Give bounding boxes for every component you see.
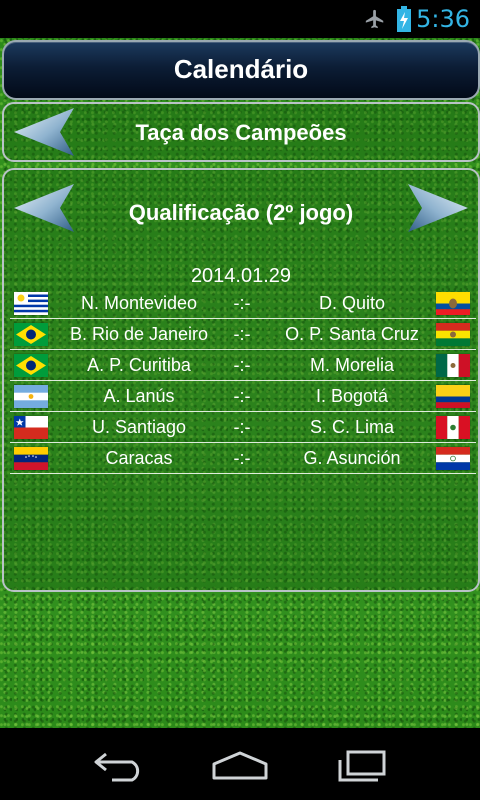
score: -:- <box>233 293 251 313</box>
away-team: M. Morelia <box>309 355 394 375</box>
recent-apps-icon[interactable] <box>334 750 390 782</box>
back-icon[interactable] <box>92 750 148 782</box>
round-title: Qualificação (2º jogo) <box>128 200 354 225</box>
venezuela-flag-icon <box>14 447 48 470</box>
match-row[interactable]: A. Lanús -:- I. Bogotá <box>10 381 476 412</box>
match-row[interactable]: A. P. Curitiba -:- M. Morelia <box>10 350 476 381</box>
score: -:- <box>233 355 251 375</box>
score: -:- <box>233 324 251 344</box>
colombia-flag-icon <box>436 385 470 408</box>
brazil-flag-icon <box>14 354 48 377</box>
cup-name: Taça dos Campeões <box>135 120 347 145</box>
clock: 5:36 <box>416 5 470 33</box>
status-bar: 5:36 <box>0 0 480 38</box>
match-row[interactable]: Caracas -:- G. Asunción <box>10 443 476 474</box>
navigation-bar <box>0 728 480 800</box>
home-team: A. P. Curitiba <box>87 355 191 375</box>
paraguay-flag-icon <box>436 447 470 470</box>
brazil-flag-icon <box>14 323 48 346</box>
argentina-flag-icon <box>14 385 48 408</box>
match-row[interactable]: N. Montevideo -:- D. Quito <box>10 288 476 319</box>
airplane-mode-icon <box>365 9 384 29</box>
home-team: A. Lanús <box>103 386 175 406</box>
score: -:- <box>233 386 251 406</box>
away-team: S. C. Lima <box>309 417 395 437</box>
away-team: O. P. Santa Cruz <box>285 324 419 344</box>
uruguay-flag-icon <box>14 292 48 315</box>
home-team: N. Montevideo <box>80 293 198 313</box>
home-icon[interactable] <box>210 750 270 782</box>
home-team: B. Rio de Janeiro <box>69 324 209 344</box>
away-team: G. Asunción <box>303 448 401 468</box>
match-date: 2014.01.29 <box>190 265 292 287</box>
away-team: D. Quito <box>318 293 386 313</box>
mexico-flag-icon <box>436 354 470 377</box>
bolivia-flag-icon <box>436 323 470 346</box>
page-title: Calendário <box>173 54 309 84</box>
score: -:- <box>233 448 251 468</box>
cup-selector: Taça dos Campeões <box>2 102 480 162</box>
battery-charging-icon <box>397 6 411 32</box>
home-team: U. Santiago <box>91 417 187 437</box>
home-team: Caracas <box>105 448 173 468</box>
score: -:- <box>233 417 251 437</box>
match-row[interactable]: U. Santiago -:- S. C. Lima <box>10 412 476 443</box>
fixtures-panel: Qualificação (2º jogo) 2014.01.29 N. Mon… <box>2 168 480 592</box>
match-list: N. Montevideo -:- D. Quito B. Rio de Jan… <box>10 288 476 474</box>
match-row[interactable]: B. Rio de Janeiro -:- O. P. Santa Cruz <box>10 319 476 350</box>
away-team: I. Bogotá <box>315 386 389 406</box>
chile-flag-icon <box>14 416 48 439</box>
peru-flag-icon <box>436 416 470 439</box>
ecuador-flag-icon <box>436 292 470 315</box>
header-bar: Calendário <box>2 40 480 100</box>
